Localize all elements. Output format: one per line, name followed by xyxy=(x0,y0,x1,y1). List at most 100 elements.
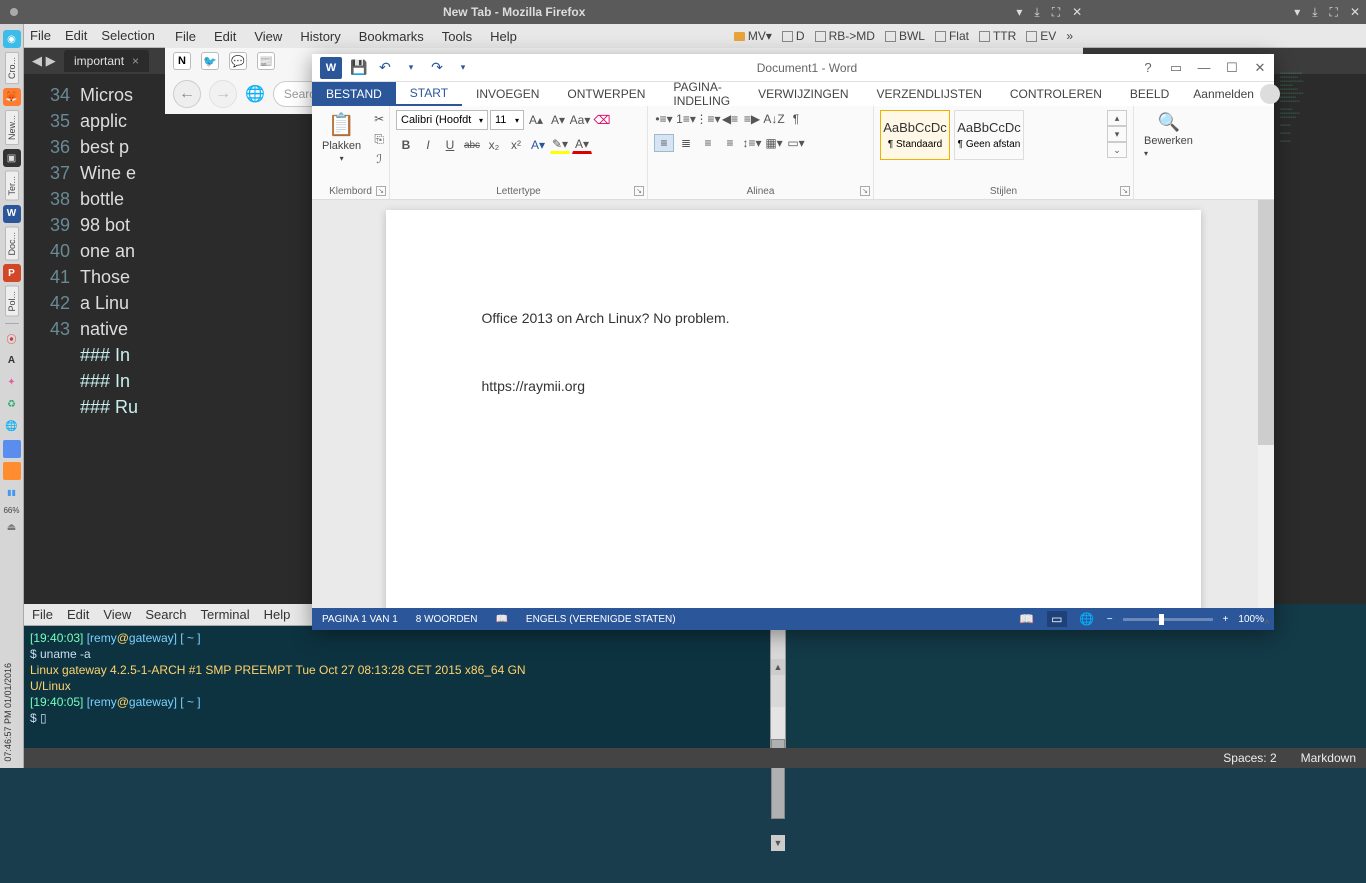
terminal-scroll-up-icon[interactable]: ▲ xyxy=(771,659,785,675)
dock-battery-icon[interactable]: ▮▮ xyxy=(3,484,21,502)
line-spacing-button[interactable]: ↕≡▾ xyxy=(742,134,762,152)
ff-bookmark-bwl[interactable]: BWL xyxy=(885,29,925,43)
stijlen-dialog-launcher[interactable]: ↘ xyxy=(1120,186,1130,196)
status-language[interactable]: ENGELS (VERENIGDE STATEN) xyxy=(526,614,676,625)
dock-tab-doc[interactable]: Doc... xyxy=(5,227,19,261)
klembord-dialog-launcher[interactable]: ↘ xyxy=(376,186,386,196)
doc-paragraph-1[interactable]: Office 2013 on Arch Linux? No problem. xyxy=(482,310,1105,326)
ff-menu-bookmarks[interactable]: Bookmarks xyxy=(359,29,424,44)
outdent-button[interactable]: ◀≡ xyxy=(720,110,740,128)
align-center-button[interactable]: ≣ xyxy=(676,134,696,152)
word-app-icon[interactable]: W xyxy=(320,57,342,79)
ribbon-tab-pagina[interactable]: PAGINA-INDELING xyxy=(659,82,744,106)
ff-bookmark-more[interactable]: » xyxy=(1066,29,1073,43)
dock-tab-terminal[interactable]: Ter... xyxy=(5,171,19,201)
terminal-menu-view[interactable]: View xyxy=(103,607,131,622)
sort-button[interactable]: A↓Z xyxy=(764,110,784,128)
dock-text-icon[interactable]: A xyxy=(3,352,21,370)
qat-undo-button[interactable]: ↶ xyxy=(376,59,394,77)
copy-button[interactable]: ⎘ xyxy=(369,130,389,148)
ff-pinned-tab-news[interactable]: 📰 xyxy=(257,52,275,70)
editor-tab-close-icon[interactable]: × xyxy=(132,54,139,68)
bullets-button[interactable]: •≡▾ xyxy=(654,110,674,128)
justify-button[interactable]: ≡ xyxy=(720,134,740,152)
zoom-slider[interactable] xyxy=(1123,618,1213,621)
terminal-scrollbar[interactable]: ▲ ▼ xyxy=(770,626,786,754)
shrink-font-button[interactable]: A▾ xyxy=(548,111,568,129)
ribbon-collapse-button[interactable]: ˄ xyxy=(1264,617,1270,628)
ff-back-button[interactable]: ← xyxy=(173,80,201,108)
ribbon-tab-verzendlijsten[interactable]: VERZENDLIJSTEN xyxy=(863,82,996,106)
bold-button[interactable]: B xyxy=(396,136,416,154)
word-vertical-scrollbar[interactable] xyxy=(1258,200,1274,608)
editor-menu-selection[interactable]: Selection xyxy=(101,28,154,43)
ff-menu-help[interactable]: Help xyxy=(490,29,517,44)
change-case-button[interactable]: Aa▾ xyxy=(570,111,590,129)
ff-bookmark-flat[interactable]: Flat xyxy=(935,29,969,43)
terminal-menu-file[interactable]: File xyxy=(32,607,53,622)
qat-customize[interactable]: ▾ xyxy=(454,59,472,77)
alinea-dialog-launcher[interactable]: ↘ xyxy=(860,186,870,196)
maximize-button[interactable]: ⛶ xyxy=(1052,5,1060,20)
qat-save-button[interactable]: 💾 xyxy=(350,59,368,77)
editor-menu-file[interactable]: File xyxy=(30,28,51,43)
dock-tab-new[interactable]: New... xyxy=(5,110,19,145)
word-minimize-button[interactable]: ― xyxy=(1190,56,1218,80)
word-signin[interactable]: Aanmelden xyxy=(1183,82,1290,106)
editor-menu-edit[interactable]: Edit xyxy=(65,28,87,43)
zoom-slider-thumb[interactable] xyxy=(1159,614,1164,625)
word-scrollbar-thumb[interactable] xyxy=(1258,200,1274,445)
highlight-button[interactable]: ✎▾ xyxy=(550,136,570,154)
ff-bookmark-mv[interactable]: MV▾ xyxy=(734,29,772,43)
dock-eject-icon[interactable]: ⏏ xyxy=(3,519,21,537)
underline-button[interactable]: U xyxy=(440,136,460,154)
dock-globe-icon[interactable]: 🌐 xyxy=(3,418,21,436)
dock-pink-icon[interactable]: ✦ xyxy=(3,374,21,392)
zoom-in-button[interactable]: + xyxy=(1223,614,1229,625)
text-effects-button[interactable]: A▾ xyxy=(528,136,548,154)
terminal-menu-help[interactable]: Help xyxy=(264,607,291,622)
bewerken-button[interactable]: 🔍 Bewerken ▾ xyxy=(1140,110,1198,161)
ribbon-tab-controleren[interactable]: CONTROLEREN xyxy=(996,82,1116,106)
stick-button[interactable]: ⤓ xyxy=(1034,5,1039,20)
zoom-out-button[interactable]: − xyxy=(1107,614,1113,625)
ribbon-tab-ontwerpen[interactable]: ONTWERPEN xyxy=(553,82,659,106)
qat-redo-button[interactable]: ↷ xyxy=(428,59,446,77)
word-maximize-button[interactable]: ☐ xyxy=(1218,56,1246,80)
dock-files-icon[interactable] xyxy=(3,440,21,458)
ff-bookmark-ttr[interactable]: TTR xyxy=(979,29,1016,43)
ribbon-tab-verwijzingen[interactable]: VERWIJZINGEN xyxy=(744,82,862,106)
dock-folder-icon[interactable] xyxy=(3,462,21,480)
view-read-button[interactable]: 📖 xyxy=(1017,611,1037,627)
ff-pinned-tab-whatsapp[interactable]: 💬 xyxy=(229,52,247,70)
styles-scroll-up[interactable]: ▴ xyxy=(1107,110,1127,126)
format-painter-button[interactable]: ℐ xyxy=(369,150,389,168)
dock-word-icon[interactable]: W xyxy=(3,205,21,223)
dock-powerpoint-icon[interactable]: P xyxy=(3,264,21,282)
font-size-combo[interactable]: 11▾ xyxy=(490,110,524,130)
window-menu-dot[interactable] xyxy=(10,8,18,16)
word-close-button[interactable]: ✕ xyxy=(1246,56,1274,80)
font-color-button[interactable]: A▾ xyxy=(572,136,592,154)
styles-more[interactable]: ⌄ xyxy=(1107,142,1127,158)
ff-menu-view[interactable]: View xyxy=(254,29,282,44)
align-right-button[interactable]: ≡ xyxy=(698,134,718,152)
ribbon-tab-beeld[interactable]: BEELD xyxy=(1116,82,1183,106)
grow-font-button[interactable]: A▴ xyxy=(526,111,546,129)
dock-tab-pol[interactable]: Pol... xyxy=(5,286,19,317)
terminal-menu-terminal[interactable]: Terminal xyxy=(201,607,250,622)
subscript-button[interactable]: x₂ xyxy=(484,136,504,154)
ff-pinned-tab-n[interactable]: N xyxy=(173,52,191,70)
ribbon-tab-invoegen[interactable]: INVOEGEN xyxy=(462,82,553,106)
indent-button[interactable]: ≡▶ xyxy=(742,110,762,128)
paste-button[interactable]: 📋 Plakken ▾ xyxy=(318,110,365,165)
align-left-button[interactable]: ≡ xyxy=(654,134,674,152)
status-spaces[interactable]: Spaces: 2 xyxy=(1223,751,1276,765)
view-web-button[interactable]: 🌐 xyxy=(1077,611,1097,627)
numbering-button[interactable]: 1≡▾ xyxy=(676,110,696,128)
dock-tab-chrome[interactable]: Cro... xyxy=(5,52,19,84)
terminal-menu-edit[interactable]: Edit xyxy=(67,607,89,622)
outer-stick-button[interactable]: ⤓ xyxy=(1312,5,1317,20)
view-print-button[interactable]: ▭ xyxy=(1047,611,1067,627)
ff-menu-file[interactable]: File xyxy=(175,29,196,44)
